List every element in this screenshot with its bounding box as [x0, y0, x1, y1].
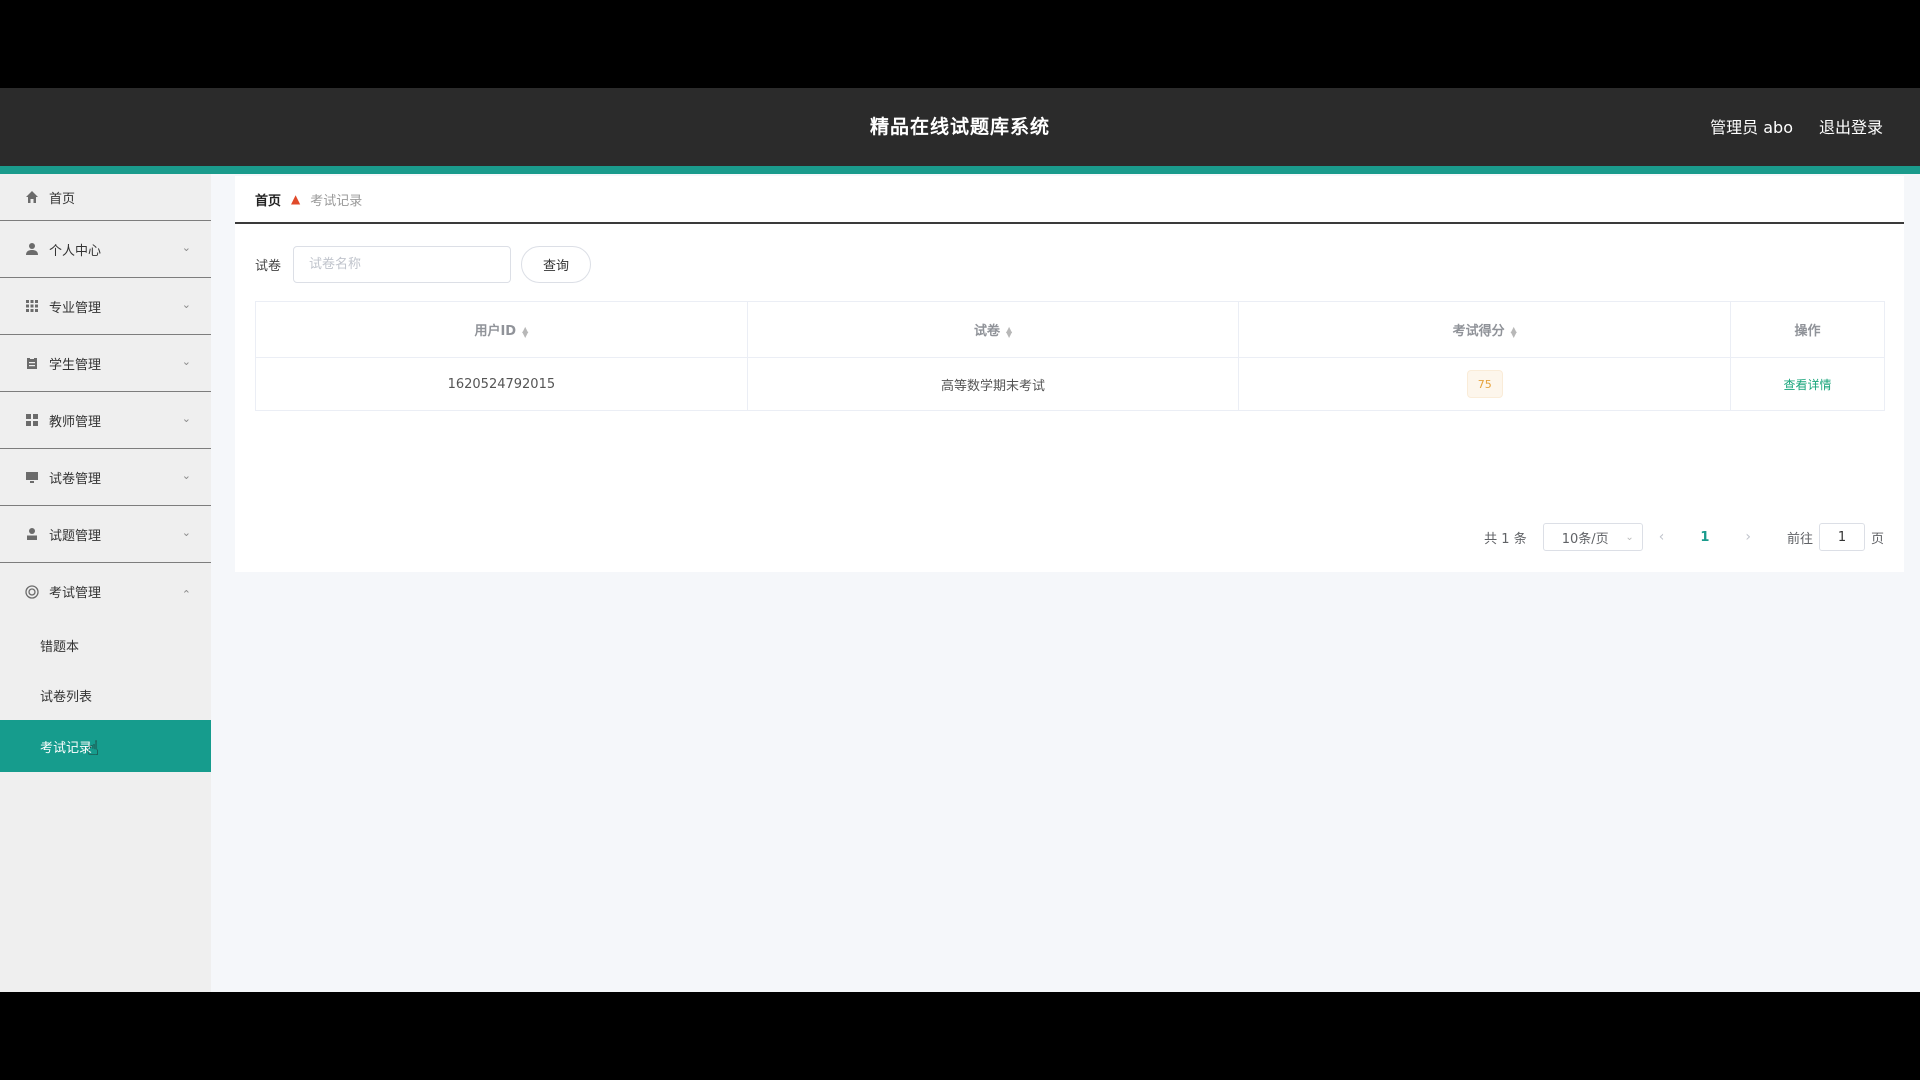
sort-icon[interactable]: ▲ ▼ — [1006, 325, 1012, 338]
page-size-select[interactable]: 10条/页 ⌄ — [1542, 523, 1643, 551]
sidebar-subitem-exam-record[interactable]: 考试记录 — [0, 720, 211, 772]
pagination-total: 共 1 条 — [1484, 531, 1527, 547]
sidebar-item-label: 考试管理 — [49, 586, 102, 601]
sidebar-item-label: 个人中心 — [49, 243, 102, 259]
search-bar: 试卷 查询 — [255, 246, 592, 283]
score-tag: 75 — [1466, 370, 1503, 398]
breadcrumb: 首页 ▲ 考试记录 — [235, 176, 1904, 224]
chevron-up-icon: ⌃ — [181, 587, 191, 601]
sidebar-item-label: 试卷管理 — [49, 471, 102, 487]
sort-icon[interactable]: ▲ ▼ — [522, 325, 528, 338]
sidebar-subitem-wrong-book[interactable]: 错题本 — [0, 620, 211, 670]
paper-name-input[interactable] — [293, 246, 512, 283]
chevron-down-icon: ⌄ — [181, 526, 191, 540]
column-header-paper[interactable]: 试卷 ▲ ▼ — [746, 301, 1240, 358]
chevron-down-icon: ⌄ — [181, 412, 191, 426]
cell-action: 查看详情 — [1730, 357, 1885, 411]
pagination: 共 1 条 10条/页 ⌄ ‹ 1 › 前往 页 — [1484, 523, 1884, 551]
next-page-icon[interactable]: › — [1745, 529, 1751, 545]
breadcrumb-home[interactable]: 首页 — [255, 190, 281, 209]
prev-page-icon[interactable]: ‹ — [1659, 529, 1665, 545]
breadcrumb-current: 考试记录 — [310, 193, 363, 209]
sidebar-item-home[interactable]: 首页 — [0, 174, 211, 221]
sidebar-subitem-paper-list[interactable]: 试卷列表 — [0, 670, 211, 720]
home-icon — [24, 189, 40, 205]
table-row: 1620524792015 高等数学期末考试 75 查看详情 — [255, 357, 1885, 411]
clipboard-icon — [24, 355, 40, 371]
sidebar-item-personal-center[interactable]: 个人中心 ⌄ — [0, 221, 211, 278]
app-screen: 精品在线试题库系统 管理员 abo 退出登录 首页 个人中心 ⌄ 专业管理 ⌄ — [0, 88, 1920, 992]
sidebar-item-label: 学生管理 — [49, 357, 102, 373]
sidebar-item-paper[interactable]: 试卷管理 ⌄ — [0, 449, 211, 506]
top-header: 精品在线试题库系统 管理员 abo 退出登录 — [0, 88, 1920, 166]
app-title: 精品在线试题库系统 — [869, 116, 1050, 138]
chevron-down-icon: ⌄ — [181, 355, 191, 369]
cell-user-id: 1620524792015 — [255, 357, 748, 411]
chevron-down-icon: ⌄ — [181, 469, 191, 483]
sidebar-item-exam[interactable]: 考试管理 ⌃ — [0, 563, 211, 620]
page-size-value: 10条/页 — [1561, 531, 1609, 547]
user-icon — [24, 241, 40, 257]
breadcrumb-separator-icon: ▲ — [291, 192, 301, 206]
sidebar: 首页 个人中心 ⌄ 专业管理 ⌄ 学生管理 ⌄ 教师管理 ⌄ 试卷管理 ⌄ 试题… — [0, 174, 211, 992]
grid-icon — [24, 298, 40, 314]
sidebar-item-question[interactable]: 试题管理 ⌄ — [0, 506, 211, 563]
column-header-score[interactable]: 考试得分 ▲ ▼ — [1238, 301, 1732, 358]
current-user: 管理员 abo — [1710, 118, 1793, 137]
sidebar-item-teacher[interactable]: 教师管理 ⌄ — [0, 392, 211, 449]
column-header-action: 操作 — [1730, 301, 1885, 358]
sidebar-item-student[interactable]: 学生管理 ⌄ — [0, 335, 211, 392]
cell-score: 75 — [1238, 357, 1732, 411]
sidebar-item-major[interactable]: 专业管理 ⌄ — [0, 278, 211, 335]
search-label: 试卷 — [255, 259, 282, 274]
sort-icon[interactable]: ▲ ▼ — [1511, 325, 1517, 338]
chevron-down-icon: ⌄ — [181, 241, 191, 255]
page-suffix: 页 — [1870, 531, 1884, 547]
view-detail-link[interactable]: 查看详情 — [1784, 378, 1832, 392]
exam-record-table: 用户ID ▲ ▼ 试卷 ▲ ▼ 考试得分 ▲ ▼ 操作 1620524792015 高等数学… — [255, 301, 1885, 411]
sidebar-item-label: 教师管理 — [49, 414, 102, 430]
apps-icon — [24, 412, 40, 428]
page-number[interactable]: 1 — [1700, 530, 1709, 545]
circle-icon — [24, 584, 40, 600]
chevron-down-icon: ⌄ — [181, 298, 191, 312]
hand-cursor-icon: ☝ — [87, 736, 100, 760]
sidebar-item-label: 试题管理 — [49, 528, 102, 544]
query-button[interactable]: 查询 — [521, 246, 592, 283]
goto-page-input[interactable] — [1818, 523, 1865, 551]
logout-button[interactable]: 退出登录 — [1819, 114, 1883, 138]
chevron-down-icon: ⌄ — [1625, 531, 1634, 543]
sidebar-item-label: 首页 — [49, 191, 76, 207]
column-header-user-id[interactable]: 用户ID ▲ ▼ — [255, 301, 748, 358]
header-accent-bar — [0, 166, 1920, 174]
goto-label: 前往 — [1786, 531, 1813, 547]
sidebar-item-label: 专业管理 — [49, 300, 102, 316]
cell-paper: 高等数学期末考试 — [746, 357, 1240, 411]
main-content: 首页 ▲ 考试记录 试卷 查询 用户ID▲▼ 试卷▲▼ 考试得分▲▼ 操作 16… — [235, 176, 1904, 572]
table-header-row: 用户ID ▲ ▼ 试卷 ▲ ▼ 考试得分 ▲ ▼ 操作 — [255, 301, 1885, 358]
person-icon — [24, 526, 40, 542]
monitor-icon — [24, 469, 40, 485]
